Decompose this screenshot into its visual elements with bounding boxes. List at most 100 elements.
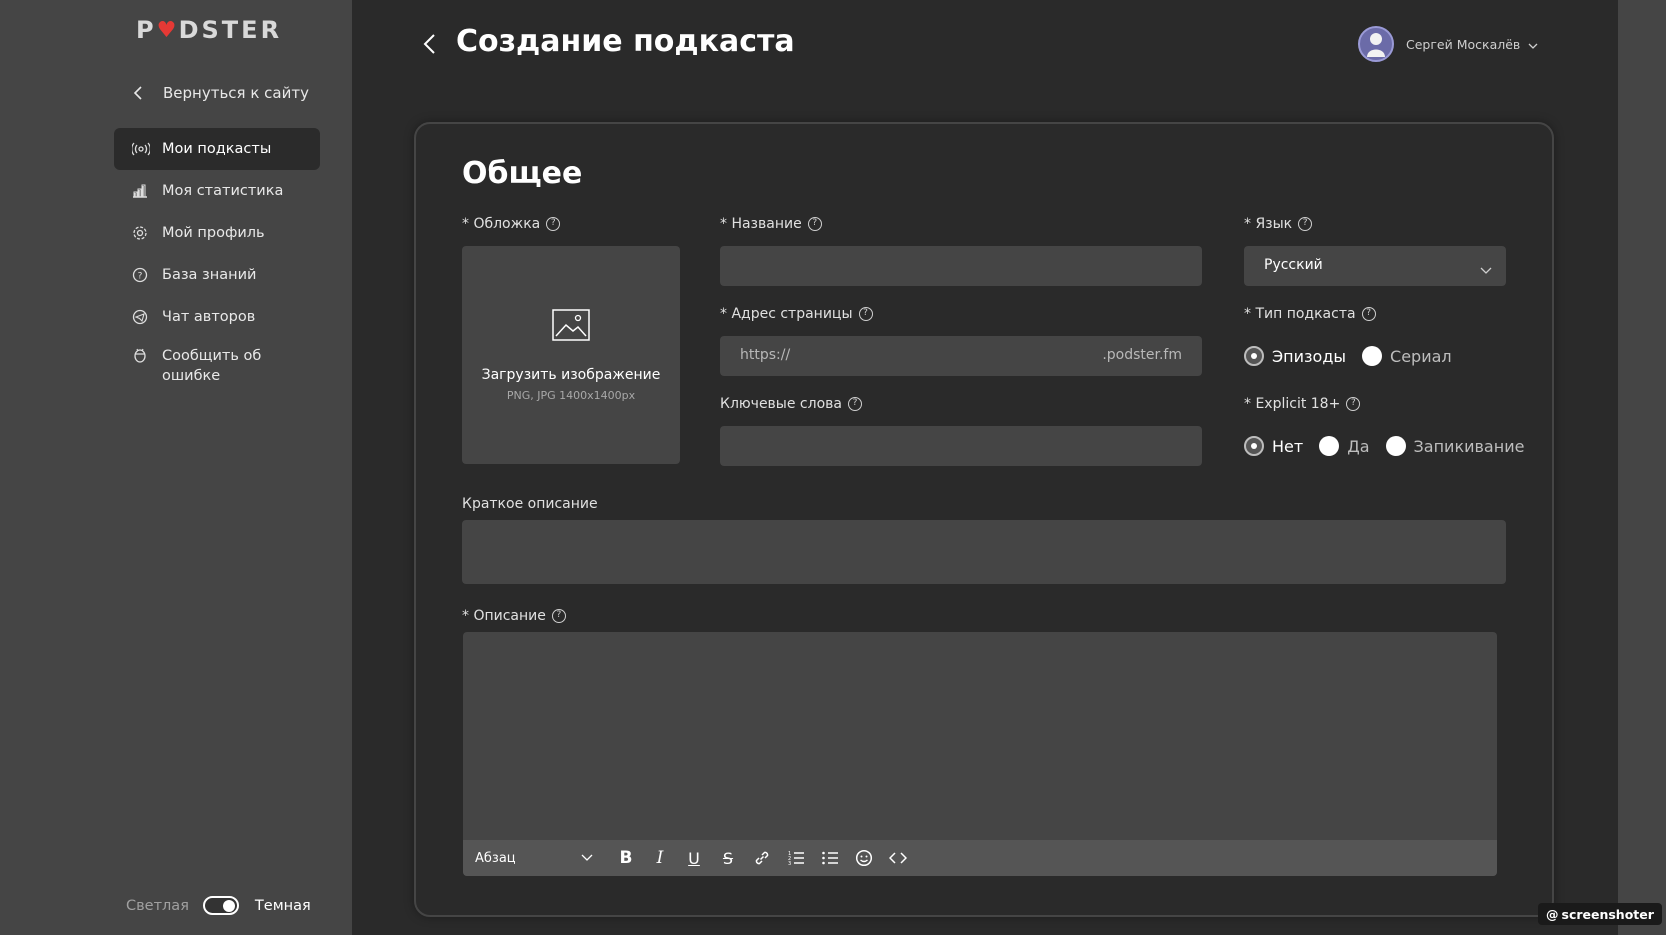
link-icon[interactable] <box>745 849 779 867</box>
user-name: Сергей Москалёв <box>1406 36 1521 52</box>
page-title: Создание подкаста <box>456 24 795 59</box>
radio-episodes[interactable]: Эпизоды <box>1244 346 1346 366</box>
sidebar-item-my-profile[interactable]: Мой профиль <box>114 212 320 254</box>
radio-indicator <box>1385 436 1406 456</box>
bar-chart-icon <box>132 184 162 198</box>
help-icon[interactable]: ? <box>847 397 862 411</box>
sidebar-item-label: Моя статистика <box>162 183 284 199</box>
radio-indicator <box>1362 346 1383 366</box>
short-description-textarea[interactable] <box>462 520 1506 584</box>
ordered-list-icon[interactable]: 123 <box>779 850 813 866</box>
cover-label-text: * Обложка <box>462 216 541 232</box>
screenshoter-badge: @ screenshoter <box>1538 903 1662 925</box>
radio-indicator <box>1319 436 1340 456</box>
back-to-site-link[interactable]: Вернуться к сайту <box>133 84 309 102</box>
podcast-type-label: * Тип подкаста? <box>1244 306 1376 322</box>
back-button[interactable] <box>422 32 438 60</box>
watermark-text: screenshoter <box>1561 906 1654 922</box>
chevron-down-icon <box>581 851 593 866</box>
radio-explicit-bleep[interactable]: Запикивание <box>1385 436 1525 456</box>
language-label-text: * Язык <box>1244 216 1293 232</box>
help-icon[interactable]: ? <box>858 307 873 321</box>
address-suffix: .podster.fm <box>1102 347 1182 363</box>
emoji-icon[interactable] <box>847 849 881 867</box>
help-icon[interactable]: ? <box>546 217 561 231</box>
keywords-input[interactable] <box>720 426 1202 466</box>
name-label-text: * Название <box>720 216 802 232</box>
help-icon[interactable]: ? <box>551 609 566 623</box>
main-content: Создание подкаста Сергей Москалёв Общее … <box>352 0 1618 935</box>
help-icon[interactable]: ? <box>1298 217 1313 231</box>
back-to-site-label: Вернуться к сайту <box>163 84 309 102</box>
address-label: * Адрес страницы? <box>720 306 873 322</box>
cover-upload-area[interactable]: Загрузить изображение PNG, JPG 1400x1400… <box>462 246 680 464</box>
radio-serial[interactable]: Сериал <box>1362 346 1452 366</box>
sidebar-item-label: Чат авторов <box>162 309 256 325</box>
description-label-text: * Описание <box>462 608 546 624</box>
chevron-left-icon <box>422 34 438 60</box>
language-select[interactable]: Русский <box>1244 246 1506 286</box>
theme-toggle[interactable] <box>202 896 239 915</box>
help-icon[interactable]: ? <box>807 217 822 231</box>
general-form-card: Общее * Обложка? Загрузить изображение P… <box>414 122 1554 917</box>
chevron-down-icon <box>1528 37 1538 52</box>
radio-label: Сериал <box>1390 346 1452 366</box>
italic-icon[interactable]: I <box>643 848 677 868</box>
paragraph-format-select[interactable]: Абзац <box>475 851 593 866</box>
avatar <box>1358 26 1394 62</box>
bullet-list-icon[interactable] <box>813 850 847 866</box>
help-icon[interactable]: ? <box>1346 397 1361 411</box>
upload-hint: PNG, JPG 1400x1400px <box>506 388 636 402</box>
image-icon <box>552 308 590 345</box>
logo-letter-p: P <box>136 16 157 44</box>
upload-text: Загрузить изображение <box>481 366 661 383</box>
radio-label: Запикивание <box>1413 436 1525 456</box>
radio-explicit-yes[interactable]: Да <box>1319 436 1370 456</box>
name-input[interactable] <box>720 246 1202 286</box>
language-selected-value: Русский <box>1264 257 1323 273</box>
sidebar-item-label: Мой профиль <box>162 225 265 241</box>
paragraph-format-value: Абзац <box>475 850 516 866</box>
explicit-label-text: * Explicit 18+ <box>1244 396 1341 412</box>
app-root: P ♥ DSTER Вернуться к сайту Мои подкасты М… <box>0 0 1666 935</box>
explicit-radio-group: Нет Да Запикивание <box>1244 436 1540 456</box>
theme-dark-label: Темная <box>254 897 311 914</box>
podster-logo[interactable]: P ♥ DSTER <box>136 16 282 44</box>
chevron-left-icon <box>133 86 163 100</box>
editor-toolbar: Абзац B I U S 123 <box>463 840 1497 876</box>
help-icon[interactable]: ? <box>1361 307 1376 321</box>
bug-icon <box>132 346 162 364</box>
sidebar-item-authors-chat[interactable]: Чат авторов <box>114 296 320 338</box>
underline-icon[interactable]: U <box>677 849 711 868</box>
radio-explicit-no[interactable]: Нет <box>1244 436 1303 456</box>
sidebar-item-knowledge-base[interactable]: ? База знаний <box>114 254 320 296</box>
podcast-type-radio-group: Эпизоды Сериал <box>1244 346 1468 366</box>
svg-text:3: 3 <box>788 861 791 866</box>
user-menu[interactable]: Сергей Москалёв <box>1358 26 1538 62</box>
strikethrough-icon[interactable]: S <box>711 849 745 868</box>
bold-icon[interactable]: B <box>609 848 643 868</box>
language-label: * Язык? <box>1244 216 1313 232</box>
code-icon[interactable] <box>881 851 915 865</box>
telegram-icon <box>132 309 162 325</box>
keywords-label: Ключевые слова? <box>720 396 862 412</box>
svg-text:?: ? <box>138 272 143 282</box>
radio-label: Эпизоды <box>1272 346 1347 366</box>
radio-indicator <box>1244 346 1264 366</box>
keywords-label-text: Ключевые слова <box>720 396 842 412</box>
sidebar-item-my-stats[interactable]: Моя статистика <box>114 170 320 212</box>
explicit-label: * Explicit 18+? <box>1244 396 1361 412</box>
sidebar-item-my-podcasts[interactable]: Мои подкасты <box>114 128 320 170</box>
address-input[interactable]: https:// .podster.fm <box>720 336 1202 376</box>
sidebar-item-label: Сообщить об ошибке <box>162 348 262 384</box>
short-description-label: Краткое описание <box>462 496 598 512</box>
sidebar-item-label: Мои подкасты <box>162 141 272 157</box>
right-gutter <box>1618 0 1666 935</box>
at-icon: @ <box>1546 906 1559 922</box>
broadcast-icon <box>132 142 162 156</box>
theme-switcher: Светлая Темная <box>126 896 311 915</box>
sidebar: P ♥ DSTER Вернуться к сайту Мои подкасты М… <box>0 0 352 935</box>
name-label: * Название? <box>720 216 822 232</box>
podcast-type-label-text: * Тип подкаста <box>1244 306 1356 322</box>
sidebar-item-report-bug[interactable]: Сообщить об ошибке <box>114 338 320 396</box>
